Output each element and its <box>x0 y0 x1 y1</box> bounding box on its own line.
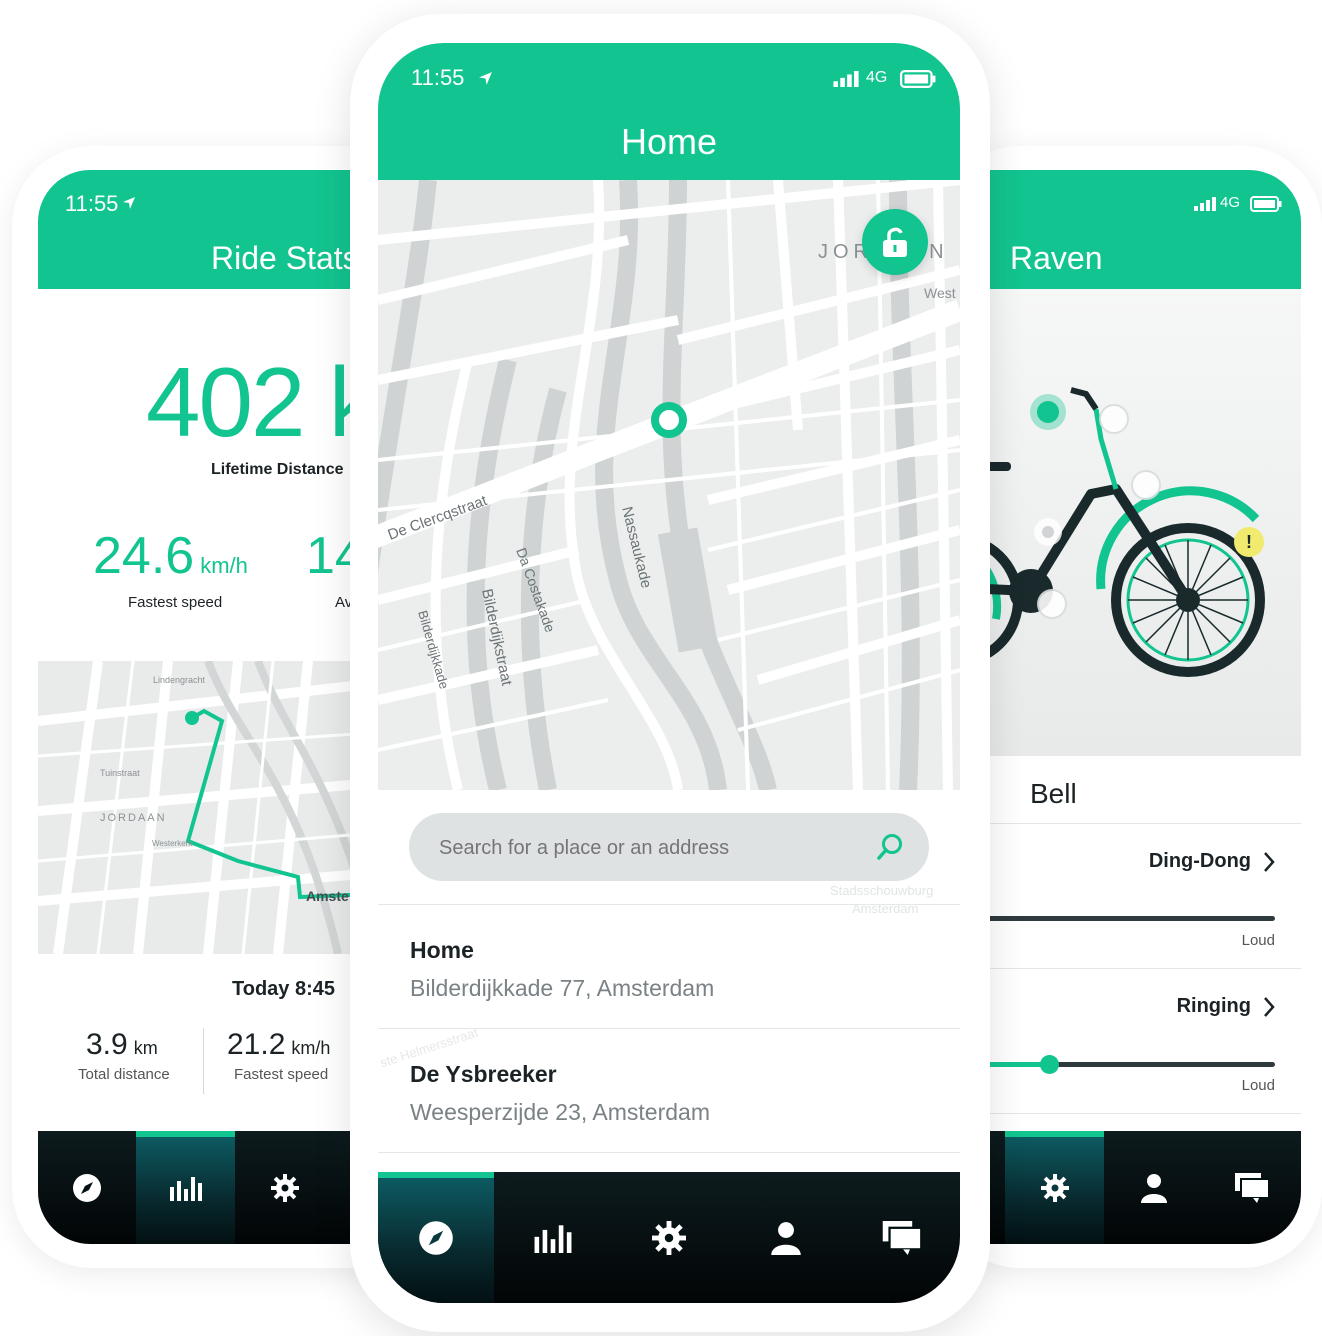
place-address: Weesperzijde 23, Amsterdam <box>410 1099 710 1125</box>
volume-slider-2-thumb[interactable] <box>1040 1055 1059 1074</box>
signal-icon <box>833 71 859 87</box>
chat-icon <box>882 1220 922 1255</box>
person-icon <box>1140 1173 1167 1203</box>
tab-stats[interactable] <box>136 1131 235 1244</box>
map-label-jordaan: JORDAAN <box>100 812 167 824</box>
tab-profile[interactable] <box>1104 1131 1203 1244</box>
status-time: 11:55 <box>411 65 465 90</box>
ride-header: Today 8:45 <box>232 978 335 1000</box>
warning-badge[interactable]: ! <box>1234 527 1264 557</box>
map-label-lindengracht: Lindengracht <box>153 675 206 685</box>
sound-select-2[interactable]: Ringing <box>1177 995 1275 1018</box>
volume-slider-1-max-label: Loud <box>1241 932 1275 949</box>
battery-icon <box>1250 196 1282 212</box>
gear-icon <box>270 1173 299 1202</box>
tab-navigate[interactable] <box>378 1172 494 1303</box>
search-icon[interactable] <box>876 833 904 861</box>
place-item[interactable]: De Ysbreeker Weesperzijde 23, Amsterdam <box>378 1029 960 1152</box>
place-item[interactable]: Home Bilderdijkkade 77, Amsterdam <box>378 905 960 1028</box>
location-arrow-icon <box>123 197 135 209</box>
stats-divider <box>203 1028 204 1094</box>
left-phone-screen: 11:55 Ride Stats 402 km Lifetime Distanc… <box>38 170 398 1244</box>
volume-slider-2[interactable] <box>956 1055 1275 1074</box>
sound-select-1-label: Ding-Dong <box>1148 850 1251 872</box>
ride-distance-stat: 3.9 km <box>86 1028 158 1061</box>
divider <box>378 1152 960 1153</box>
places-sheet: Stadsschouwburg Amsterdam Home Bilderdij… <box>378 790 960 1190</box>
chevron-right-icon <box>1264 851 1275 872</box>
ride-speed-stat: 21.2 km/h <box>227 1028 331 1061</box>
ride-map-streets: Lindengracht Tuinstraat JORDAAN Westerke… <box>38 661 398 954</box>
tab-messages[interactable] <box>844 1172 960 1303</box>
tab-settings[interactable] <box>1005 1131 1104 1244</box>
sound-select-2-label: Ringing <box>1176 995 1251 1017</box>
section-header-bell: Bell <box>1030 778 1077 809</box>
tab-settings[interactable] <box>611 1172 727 1303</box>
divider <box>956 1113 1301 1114</box>
divider <box>956 823 1301 824</box>
map-label-bilderdijkkade: Bilderdijkkade <box>415 609 452 691</box>
page-title: Home <box>620 121 718 162</box>
map-streets: JORDAAN West De Clercqstraat Nassaukade … <box>378 180 960 790</box>
map-label-amste: Amste <box>306 888 349 904</box>
center-phone-screen: 11:55 4G Home West De Clercqstraat Nassa… <box>378 43 960 1303</box>
fastest-speed-label: Fastest speed <box>128 594 223 611</box>
warning-badge-text: ! <box>1246 531 1252 552</box>
gear-icon <box>652 1220 686 1255</box>
divider <box>956 968 1301 969</box>
volume-slider-1[interactable] <box>956 916 1275 921</box>
battery-icon <box>900 70 936 88</box>
stats-icon <box>534 1224 571 1253</box>
volume-slider-2-max-label: Loud <box>1241 1077 1275 1094</box>
sound-select-1[interactable]: Ding-Dong <box>1149 850 1275 873</box>
bike-illustration[interactable]: ! <box>956 289 1301 756</box>
page-title: Raven <box>1010 240 1103 276</box>
page-title: Ride Stats <box>211 240 359 276</box>
gear-icon <box>1040 1173 1069 1202</box>
place-name: Home <box>410 937 474 963</box>
ride-map[interactable]: Lindengracht Tuinstraat JORDAAN Westerke… <box>38 661 398 954</box>
search-input[interactable] <box>437 813 861 883</box>
signal-icon <box>1194 197 1216 211</box>
stats-icon <box>169 1176 202 1201</box>
center-header: 11:55 4G Home <box>378 43 960 180</box>
fastest-speed-stat: 24.6 km/h <box>93 527 248 585</box>
tab-stats[interactable] <box>494 1172 611 1303</box>
unlock-button[interactable] <box>862 209 928 275</box>
faded-map-label-1: Stadsschouwburg <box>830 883 934 898</box>
tab-messages[interactable] <box>1203 1131 1301 1244</box>
chevron-right-icon <box>1264 996 1275 1017</box>
tab-settings[interactable] <box>235 1131 334 1244</box>
person-icon <box>770 1221 801 1255</box>
ride-speed-label: Fastest speed <box>234 1066 329 1083</box>
bike-icon <box>956 387 1265 677</box>
map-label-west: West <box>924 285 956 301</box>
current-location-marker <box>651 402 687 438</box>
home-map[interactable]: JORDAAN West De Clercqstraat Nassaukade … <box>378 180 960 790</box>
search-bar[interactable] <box>409 813 929 883</box>
map-label-westerkerk: Westerkerk <box>152 839 193 848</box>
unlock-icon <box>883 227 907 257</box>
compass-icon <box>73 1173 101 1202</box>
network-type: 4G <box>866 69 888 86</box>
left-header: 11:55 Ride Stats <box>38 170 398 289</box>
center-tab-bar <box>378 1172 960 1303</box>
network-type: 4G <box>1220 194 1241 211</box>
place-name: De Ysbreeker <box>410 1061 557 1087</box>
location-arrow-icon <box>479 72 492 85</box>
place-address: Bilderdijkkade 77, Amsterdam <box>410 975 715 1001</box>
right-header: 4G Raven <box>956 170 1301 289</box>
status-time: 11:55 <box>65 191 119 216</box>
chat-icon <box>1235 1172 1269 1203</box>
ride-distance-label: Total distance <box>78 1066 170 1083</box>
left-tab-bar <box>38 1131 398 1244</box>
right-phone-screen: 4G Raven ! Bell Ding-Dong Loud Ringing L… <box>956 170 1301 1244</box>
compass-icon <box>419 1220 453 1255</box>
lifetime-distance-label: Lifetime Distance <box>211 461 344 478</box>
tab-profile[interactable] <box>727 1172 844 1303</box>
right-tab-bar <box>956 1131 1301 1244</box>
tab-navigate[interactable] <box>38 1131 136 1244</box>
map-label-tuinstraat: Tuinstraat <box>100 768 140 778</box>
